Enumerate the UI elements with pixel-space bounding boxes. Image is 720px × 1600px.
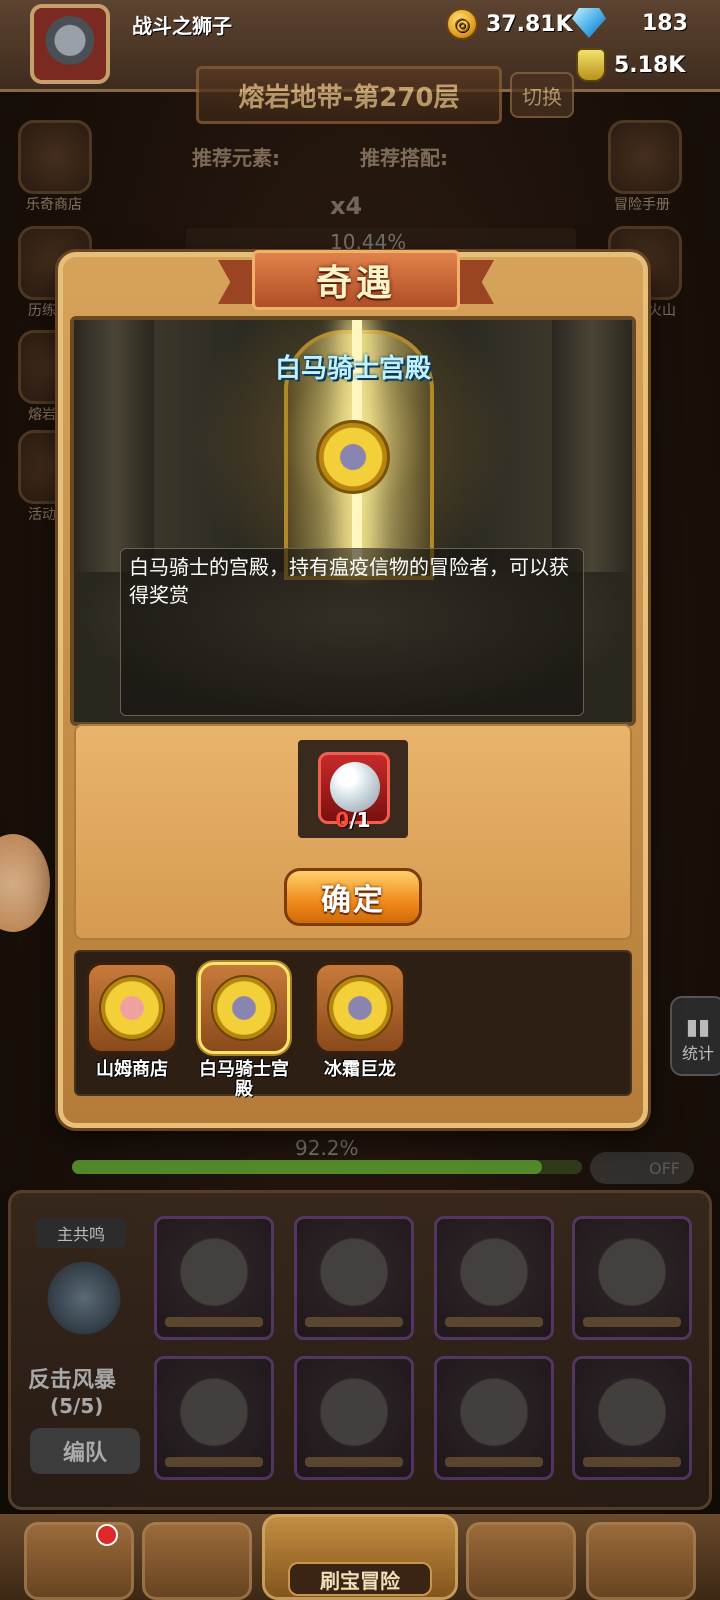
potion-value: 5.18K	[614, 52, 686, 78]
resonance-emblem-icon	[40, 1258, 128, 1338]
volcano-label: 火山	[648, 303, 676, 319]
hero-card[interactable]	[154, 1356, 274, 1480]
shop-label: 乐奇商店	[26, 197, 82, 213]
hero-level-bar	[165, 1457, 263, 1467]
required-item-have: 0	[335, 808, 350, 832]
notification-dot	[96, 1524, 118, 1546]
auto-toggle[interactable]: OFF	[590, 1152, 694, 1184]
stage-title: 熔岩地带-第270层	[196, 66, 502, 124]
switch-stage-button[interactable]: 切换	[510, 72, 574, 118]
recommended-element-label: 推荐元素:	[192, 146, 280, 170]
encounter-label: 白马骑士宫殿	[199, 1059, 289, 1100]
stats-label: 统计	[681, 1044, 714, 1063]
hero-level-bar	[305, 1457, 403, 1467]
nav-heroes-button[interactable]	[142, 1522, 252, 1600]
confirm-button[interactable]: 确定	[284, 868, 422, 926]
location-title: 白马骑士宫殿	[274, 354, 431, 384]
location-description: 白马骑士的宫殿，持有瘟疫信物的冒险者，可以获得奖赏	[120, 548, 584, 716]
hero-card[interactable]	[294, 1356, 414, 1480]
adventure-handbook-button[interactable]	[608, 120, 682, 194]
knight-helmet-emblem-icon	[327, 975, 393, 1041]
hero-level-bar	[583, 1317, 681, 1327]
nav-bag-button[interactable]	[466, 1522, 576, 1600]
bottom-progress-bar	[72, 1160, 582, 1174]
encounter-item-frost-dragon[interactable]: 冰霜巨龙	[308, 962, 412, 1080]
hero-card[interactable]	[572, 1356, 692, 1480]
gem-value: 183	[642, 10, 688, 36]
resonance-tag: 主共鸣	[36, 1218, 126, 1248]
hero-level-bar	[305, 1317, 403, 1327]
modal-title: 奇遇	[315, 263, 396, 304]
player-avatar[interactable]	[30, 4, 110, 84]
nav-forge-button[interactable]	[586, 1522, 696, 1600]
encounter-icon-frame	[198, 962, 290, 1054]
plague-token-pearl-icon	[330, 762, 380, 812]
encounter-label: 山姆商店	[96, 1059, 168, 1080]
hero-level-bar	[445, 1317, 543, 1327]
hero-card[interactable]	[294, 1216, 414, 1340]
hero-level-bar	[445, 1457, 543, 1467]
encounter-icon-frame	[86, 962, 178, 1054]
gem-icon	[572, 8, 606, 38]
bottom-progress-fill	[72, 1160, 543, 1174]
adventure-handbook-label: 冒险手册	[614, 197, 670, 213]
gem-counter: 183	[572, 8, 688, 38]
formation-button[interactable]: 编队	[30, 1428, 140, 1474]
hero-level-bar	[165, 1317, 263, 1327]
bottom-progress-text: 92.2%	[295, 1136, 359, 1160]
gold-coin-icon: ◎	[446, 8, 478, 40]
player-name: 战斗之狮子	[132, 14, 232, 38]
modal-title-ribbon: 奇遇	[218, 250, 494, 310]
encounter-item-white-knight-palace[interactable]: 白马骑士宫殿	[192, 962, 296, 1100]
encounter-item-sam-shop[interactable]: 山姆商店	[80, 962, 184, 1080]
stats-button[interactable]: ▮▮ 统计	[670, 996, 720, 1076]
gold-counter: ◎ 37.81K	[446, 8, 573, 40]
resonance-name: 反击风暴	[28, 1368, 117, 1393]
bar-chart-icon: ▮▮	[685, 1015, 711, 1040]
lava-label: 熔岩	[28, 407, 56, 423]
shop-button[interactable]	[18, 120, 92, 194]
resonance-count: (5/5)	[50, 1394, 104, 1418]
event-label: 活动	[28, 507, 56, 523]
hero-card[interactable]	[434, 1356, 554, 1480]
nav-treasure-adventure-label: 刷宝冒险	[288, 1562, 432, 1596]
required-item-count: 0/1	[298, 808, 408, 832]
encounter-icon-frame	[314, 962, 406, 1054]
hero-card[interactable]	[154, 1216, 274, 1340]
ribbon-plate: 奇遇	[252, 250, 460, 310]
encounter-label: 冰霜巨龙	[324, 1059, 396, 1080]
hero-card[interactable]	[572, 1216, 692, 1340]
gold-value: 37.81K	[486, 11, 573, 37]
required-item-need: /1	[349, 808, 371, 832]
potion-counter: 5.18K	[576, 48, 685, 82]
training-label: 历练	[28, 303, 56, 319]
pig-emblem-icon	[99, 975, 165, 1041]
hero-card[interactable]	[434, 1216, 554, 1340]
skull-count: x4	[330, 192, 363, 220]
recommended-combo-label: 推荐搭配:	[360, 146, 448, 170]
potion-icon	[576, 48, 606, 82]
knight-helmet-emblem-icon	[211, 975, 277, 1041]
hero-level-bar	[583, 1457, 681, 1467]
knight-helmet-emblem-icon	[316, 420, 390, 494]
